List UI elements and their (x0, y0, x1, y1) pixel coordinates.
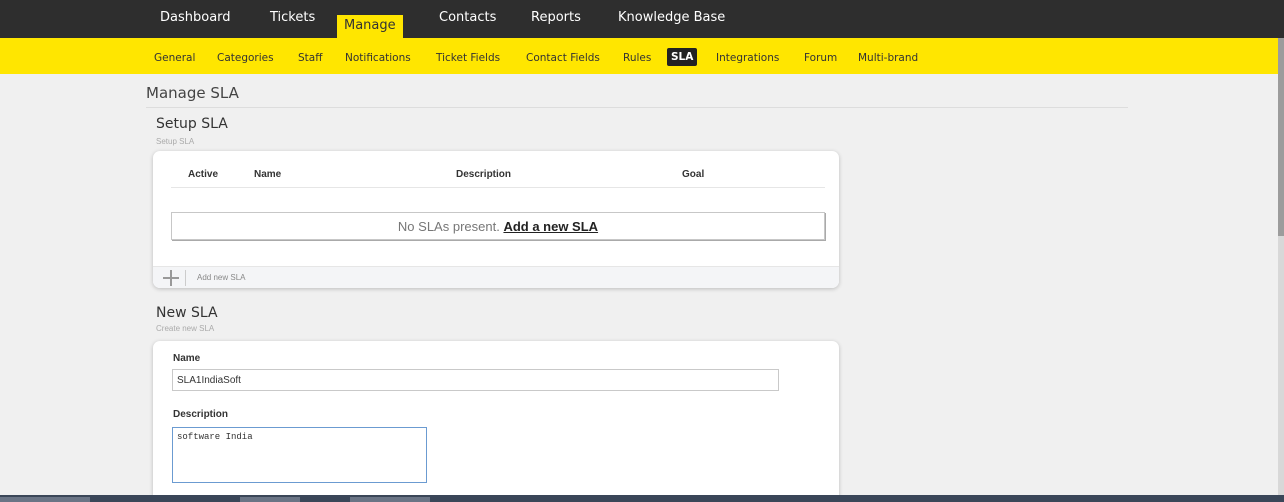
col-header-name[interactable]: Name (254, 169, 281, 180)
sub-nav: General Categories Staff Notifications T… (0, 38, 1284, 74)
subnav-sla[interactable]: SLA (667, 48, 698, 66)
empty-state: No SLAs present. Add a new SLA (171, 212, 825, 240)
subnav-staff[interactable]: Staff (298, 52, 322, 64)
add-bar-divider (185, 270, 186, 286)
subnav-general[interactable]: General (154, 52, 195, 64)
add-new-sla-link[interactable]: Add a new SLA (503, 219, 598, 234)
subnav-notifications[interactable]: Notifications (345, 52, 411, 64)
name-label: Name (173, 353, 201, 364)
top-nav: Dashboard Tickets Manage Contacts Report… (0, 0, 1284, 38)
description-textarea[interactable]: software India (172, 427, 427, 483)
add-new-sla-label[interactable]: Add new SLA (197, 273, 245, 282)
subnav-rules[interactable]: Rules (623, 52, 651, 64)
new-sla-title: New SLA (156, 305, 218, 321)
nav-knowledge-base[interactable]: Knowledge Base (618, 10, 725, 25)
nav-tickets[interactable]: Tickets (270, 10, 315, 25)
subnav-contact-fields[interactable]: Contact Fields (526, 52, 600, 64)
add-sla-bar: Add new SLA (153, 266, 839, 288)
os-taskbar (0, 495, 1284, 502)
scrollbar-thumb[interactable] (1278, 38, 1284, 236)
page-title: Manage SLA (146, 84, 239, 102)
subnav-categories[interactable]: Categories (217, 52, 274, 64)
name-input[interactable] (172, 369, 779, 391)
nav-contacts[interactable]: Contacts (439, 10, 496, 25)
nav-manage[interactable]: Manage (337, 15, 403, 38)
new-sla-subtitle: Create new SLA (156, 324, 215, 333)
sla-list-card: Active Name Description Goal No SLAs pre… (153, 151, 839, 288)
plus-icon[interactable] (163, 270, 179, 286)
col-header-active[interactable]: Active (188, 169, 218, 180)
subnav-ticket-fields[interactable]: Ticket Fields (436, 52, 500, 64)
subnav-integrations[interactable]: Integrations (716, 52, 779, 64)
new-sla-form-card: Name Description software India (153, 341, 839, 502)
nav-dashboard[interactable]: Dashboard (160, 10, 231, 25)
subnav-forum[interactable]: Forum (804, 52, 837, 64)
taskbar-app-button[interactable] (240, 497, 300, 502)
page-scrollbar[interactable] (1278, 38, 1284, 495)
taskbar-app-button[interactable] (350, 497, 430, 502)
description-label: Description (173, 409, 229, 420)
col-header-goal[interactable]: Goal (682, 169, 704, 180)
setup-sla-title: Setup SLA (156, 116, 228, 132)
subnav-multi-brand[interactable]: Multi-brand (858, 52, 918, 64)
setup-sla-subtitle: Setup SLA (156, 137, 195, 146)
taskbar-start-button[interactable] (0, 497, 90, 502)
nav-reports[interactable]: Reports (531, 10, 581, 25)
table-header-divider (171, 187, 825, 188)
col-header-description[interactable]: Description (456, 169, 511, 180)
title-divider (146, 107, 1128, 108)
empty-state-text: No SLAs present. (397, 219, 500, 234)
